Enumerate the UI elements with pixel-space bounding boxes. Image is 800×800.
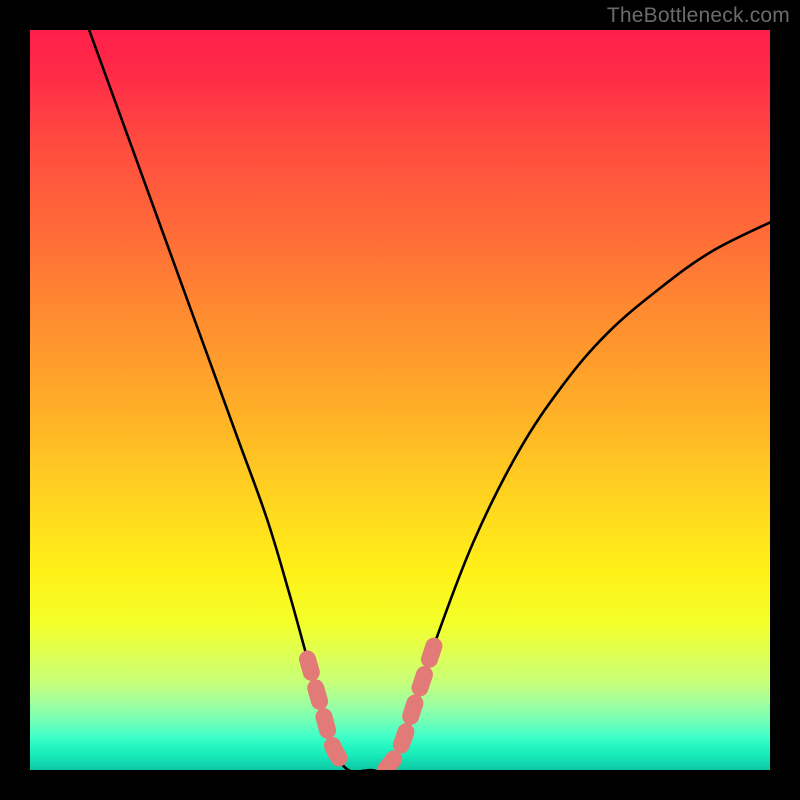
- curve-layer: [30, 30, 770, 770]
- chart-frame: TheBottleneck.com: [0, 0, 800, 800]
- watermark-text: TheBottleneck.com: [607, 4, 790, 28]
- highlight-right-flank: [385, 637, 437, 770]
- plot-area: [30, 30, 770, 770]
- highlight-left-flank: [308, 659, 349, 770]
